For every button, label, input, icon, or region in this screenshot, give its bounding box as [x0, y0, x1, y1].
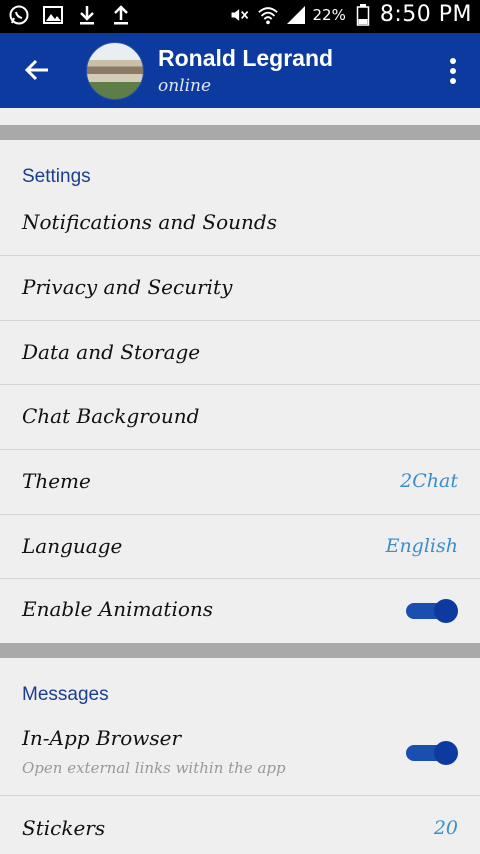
- clock: 8:50 PM: [379, 2, 472, 27]
- toggle-knob: [434, 599, 458, 623]
- chat-title: Ronald Legrand: [158, 45, 334, 71]
- row-label: Notifications and Sounds: [22, 210, 277, 234]
- row-label: Privacy and Security: [22, 275, 233, 299]
- settings-row-privacy[interactable]: Privacy and Security: [0, 256, 480, 321]
- messages-section-header: Messages: [22, 684, 109, 705]
- whatsapp-icon: [8, 4, 30, 26]
- settings-row-chat-background[interactable]: Chat Background: [0, 385, 480, 450]
- settings-row-theme[interactable]: Theme 2Chat: [0, 450, 480, 515]
- messages-row-stickers[interactable]: Stickers 20: [0, 796, 480, 854]
- row-label: Data and Storage: [22, 340, 201, 364]
- overflow-menu-icon[interactable]: [448, 57, 458, 85]
- messages-row-in-app-browser[interactable]: In-App Browser Open external links withi…: [0, 712, 480, 796]
- row-label: Stickers: [22, 816, 106, 840]
- row-label: Theme: [22, 469, 91, 493]
- chat-status: online: [158, 76, 212, 96]
- mute-icon: [229, 4, 251, 26]
- battery-percent: 22%: [312, 5, 346, 24]
- settings-row-enable-animations[interactable]: Enable Animations: [0, 579, 480, 643]
- row-label: Enable Animations: [22, 597, 214, 621]
- signal-icon: [285, 4, 307, 26]
- row-label: Language: [22, 534, 123, 558]
- app-bar: Ronald Legrand online: [0, 33, 480, 108]
- download-icon: [76, 4, 98, 26]
- settings-section-header: Settings: [22, 166, 91, 187]
- upload-icon: [110, 4, 132, 26]
- wifi-icon: [257, 4, 279, 26]
- image-icon: [42, 4, 64, 26]
- settings-row-notifications[interactable]: Notifications and Sounds: [0, 191, 480, 256]
- stickers-count: 20: [433, 817, 458, 839]
- animations-toggle[interactable]: [406, 599, 458, 623]
- language-value: English: [385, 535, 458, 557]
- row-label: Chat Background: [22, 404, 200, 428]
- settings-row-language[interactable]: Language English: [0, 515, 480, 579]
- row-label: In-App Browser: [22, 726, 182, 750]
- toggle-knob: [434, 741, 458, 765]
- theme-value: 2Chat: [400, 470, 458, 492]
- row-sublabel: Open external links within the app: [22, 759, 286, 777]
- section-divider: [0, 643, 480, 658]
- avatar[interactable]: [86, 42, 144, 100]
- in-app-browser-toggle[interactable]: [406, 741, 458, 765]
- battery-icon: [352, 3, 374, 26]
- back-arrow-icon[interactable]: [20, 53, 54, 87]
- status-bar: 22% 8:50 PM: [0, 0, 480, 33]
- section-divider: [0, 125, 480, 140]
- settings-row-data-storage[interactable]: Data and Storage: [0, 321, 480, 385]
